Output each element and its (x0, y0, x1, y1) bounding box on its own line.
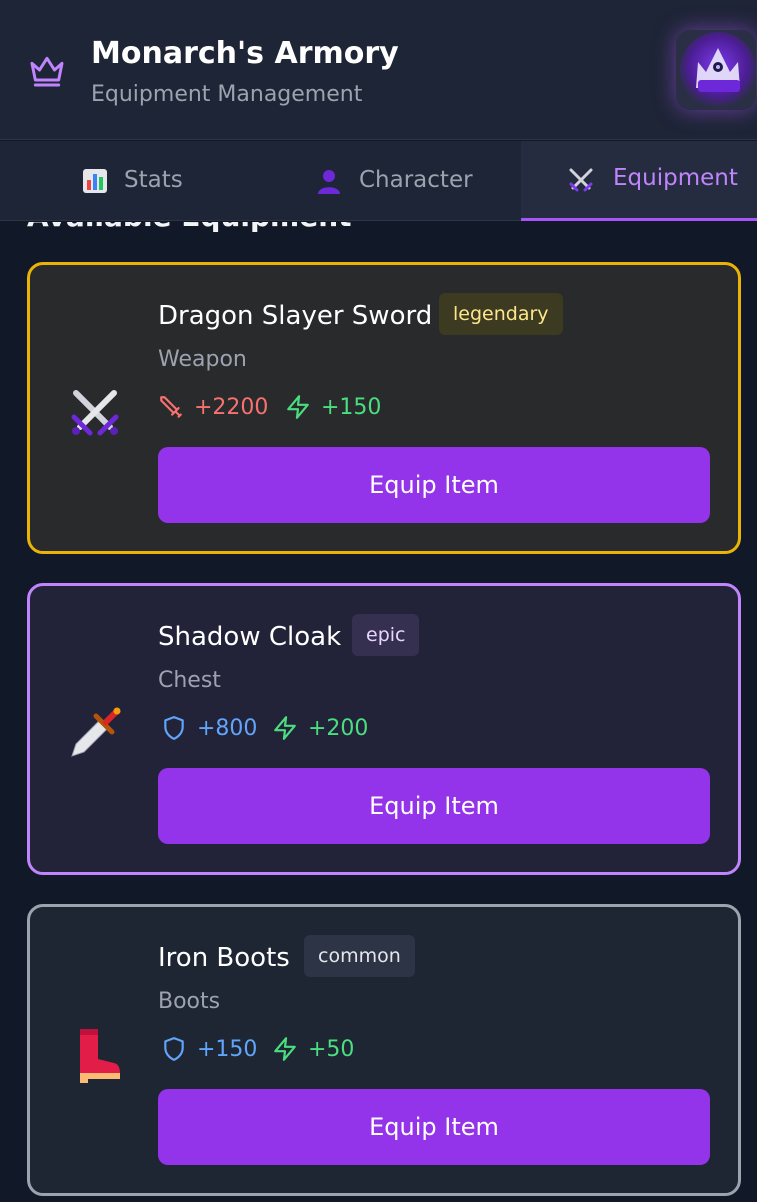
app-header: Monarch's Armory Equipment Management (0, 0, 757, 140)
item-type: Chest (158, 668, 221, 693)
monarch-avatar-icon (680, 32, 756, 108)
lightning-icon (287, 395, 309, 419)
active-tab-indicator (521, 218, 757, 221)
shield-icon (164, 716, 184, 740)
rarity-badge: common (304, 935, 415, 977)
equipment-card: Shadow Cloak epic Chest +800 +200 Equip … (27, 583, 741, 875)
rarity-badge: legendary (439, 293, 563, 335)
dagger-icon (71, 707, 121, 757)
tab-stats[interactable]: Stats (0, 141, 260, 221)
item-name: Shadow Cloak (158, 622, 342, 652)
app-subtitle: Equipment Management (91, 82, 363, 107)
tab-stats-label: Stats (124, 167, 183, 193)
equip-item-button[interactable]: Equip Item (158, 447, 710, 523)
crown-icon (30, 56, 64, 87)
shield-icon (164, 1037, 184, 1061)
crossed-swords-icon (71, 390, 119, 436)
app-title: Monarch's Armory (91, 36, 399, 71)
item-type: Boots (158, 989, 221, 1014)
item-name: Dragon Slayer Sword (158, 301, 433, 331)
sword-icon (160, 396, 182, 418)
lightning-icon (274, 716, 296, 740)
equip-item-button[interactable]: Equip Item (158, 1089, 710, 1165)
lightning-icon (274, 1037, 296, 1061)
crossed-swords-icon (569, 168, 593, 192)
rarity-badge: epic (352, 614, 420, 656)
boot-icon (80, 1029, 120, 1083)
item-type: Weapon (158, 347, 247, 372)
avatar[interactable] (676, 30, 756, 110)
section-title: Available Equipment (27, 222, 352, 233)
tab-character[interactable]: Character (260, 141, 521, 221)
equipment-card: Dragon Slayer Sword legendary Weapon +22… (27, 262, 741, 554)
bar-chart-icon (83, 169, 107, 193)
tab-equipment-label: Equipment (613, 165, 738, 191)
tab-character-label: Character (359, 167, 473, 193)
tab-equipment[interactable]: Equipment (521, 141, 757, 221)
item-name: Iron Boots (158, 943, 290, 973)
tab-bar: Stats Character Equipment (0, 141, 757, 221)
person-icon (318, 170, 340, 194)
equipment-card: Iron Boots common Boots +150 +50 Equip I… (27, 904, 741, 1196)
equip-item-button[interactable]: Equip Item (158, 768, 710, 844)
